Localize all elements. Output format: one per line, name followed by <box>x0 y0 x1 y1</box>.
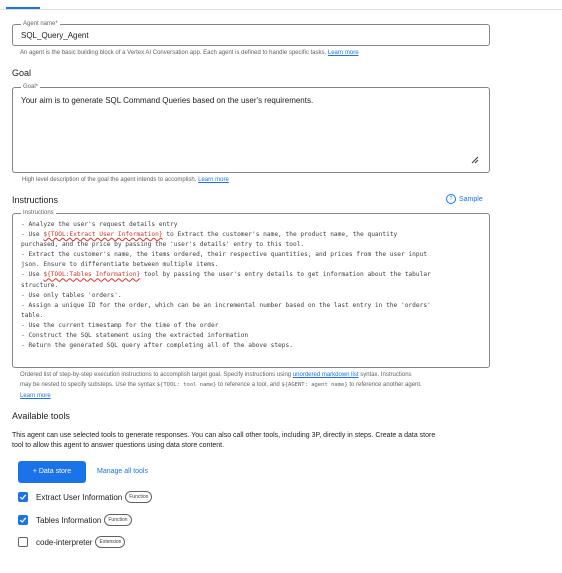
instruction-line: - Use the current timestamp for the time… <box>21 321 481 331</box>
checkbox-code-interpreter[interactable] <box>18 537 28 547</box>
instruction-text: - Analyze the user's request details ent… <box>21 221 178 228</box>
markdown-list-link[interactable]: unordered markdown list <box>293 372 359 378</box>
instruction-line: json. Ensure to differentiate between mu… <box>21 260 481 270</box>
goal-label: Goal* <box>21 83 41 91</box>
instructions-label: Instructions <box>21 209 56 217</box>
agent-name-learn-more-link[interactable]: Learn more <box>328 50 359 56</box>
agent-name-value: SQL_Query_Agent <box>21 31 89 40</box>
instruction-text: tool by passing the user's entry details… <box>140 271 431 279</box>
instruction-text: purchased, and the price by passing the … <box>21 241 305 249</box>
instruction-text: - Use <box>21 231 44 239</box>
resize-handle-icon[interactable] <box>470 155 479 166</box>
instruction-text: - Use the current timestamp for the time… <box>21 321 219 329</box>
tool-row-extract-user-information[interactable]: Extract User Information Function <box>18 491 153 503</box>
top-tab-bar <box>0 0 562 10</box>
instruction-line: - Assign a unique ID for the order, whic… <box>21 301 481 311</box>
goal-value: Your aim is to generate SQL Command Quer… <box>21 96 314 105</box>
sample-link[interactable]: ? Sample <box>446 194 483 204</box>
instructions-text: - Analyze the user's request details ent… <box>21 220 481 351</box>
instructions-hint-text-1: Ordered list of step-by-step execution i… <box>20 372 292 378</box>
check-icon <box>19 494 27 500</box>
available-tools-heading: Available tools <box>12 411 70 421</box>
checkbox-tables-information[interactable] <box>18 515 28 525</box>
tool-reference[interactable]: ${TOOL:Extract User Information} <box>43 231 162 238</box>
instruction-text: to Extract the customer's name, the prod… <box>162 231 398 239</box>
sample-label: Sample <box>459 195 483 203</box>
agent-name-label: Agent name* <box>21 20 60 28</box>
agent-syntax-code: ${AGENT: agent name} <box>281 382 348 388</box>
active-tab-indicator <box>6 7 40 9</box>
instructions-hint-text-2b: to reference a tool, and <box>218 382 280 388</box>
instruction-line: - Extract the customer's name, the items… <box>21 250 481 260</box>
goal-heading: Goal <box>12 68 32 78</box>
instruction-text: structure. <box>21 281 59 289</box>
tool-name: code-interpreter <box>36 537 93 547</box>
instructions-hint-text-1-end: syntax. Instructions <box>360 372 412 378</box>
goal-field[interactable]: Goal* Your aim is to generate SQL Comman… <box>12 83 490 173</box>
tool-name: Tables Information <box>36 515 102 525</box>
instructions-heading: Instructions <box>12 195 59 205</box>
agent-name-hint: An agent is the basic building block of … <box>20 49 359 58</box>
instruction-text: json. Ensure to differentiate between mu… <box>21 261 219 269</box>
checkbox-extract-user-information[interactable] <box>18 492 28 502</box>
tools-description-1: This agent can use selected tools to gen… <box>12 432 436 439</box>
add-data-store-button[interactable]: + Data store <box>18 461 86 483</box>
instruction-text: - Assign a unique ID for the order, whic… <box>21 301 431 309</box>
help-circle-icon: ? <box>446 194 456 204</box>
tool-row-tables-information[interactable]: Tables Information Function <box>18 514 132 526</box>
instruction-line: purchased, and the price by passing the … <box>21 240 481 250</box>
instructions-hint-line-2: may be nested to specify substeps. Use t… <box>20 381 422 390</box>
goal-hint-text: High level description of the goal the a… <box>22 177 197 183</box>
tool-type-chip: Function <box>125 491 153 503</box>
instruction-line: structure. <box>21 281 481 291</box>
instruction-line: - Use ${TOOL:Tables Information} tool by… <box>21 270 481 280</box>
goal-learn-more-link[interactable]: Learn more <box>198 177 229 183</box>
instruction-text: - Construct the SQL statement using the … <box>21 332 249 340</box>
instruction-line: - Construct the SQL statement using the … <box>21 331 481 341</box>
instructions-field[interactable]: Instructions - Analyze the user's reques… <box>12 209 490 368</box>
instruction-text: table. <box>21 311 44 319</box>
instruction-line: - Analyze the user's request details ent… <box>21 220 481 230</box>
instructions-hint-line-3: Learn more <box>20 392 51 401</box>
instructions-hint-line-1: Ordered list of step-by-step execution i… <box>20 371 412 380</box>
instruction-text: - Use <box>21 271 44 279</box>
agent-name-hint-text: An agent is the basic building block of … <box>20 50 327 56</box>
instruction-text: - Use only tables 'orders'. <box>21 291 122 299</box>
tools-description-2: tool to allow this agent to answer quest… <box>12 442 225 449</box>
instruction-text: - Return the generated SQL query after c… <box>21 342 293 350</box>
instructions-hint-text-2a: may be nested to specify substeps. Use t… <box>20 382 156 388</box>
agent-name-field[interactable]: Agent name* SQL_Query_Agent <box>12 20 490 46</box>
instructions-learn-more-link[interactable]: Learn more <box>20 393 51 399</box>
instruction-line: - Use ${TOOL:Extract User Information} t… <box>21 230 481 240</box>
instruction-line: - Use only tables 'orders'. <box>21 291 481 301</box>
check-icon <box>19 517 27 523</box>
tool-name: Extract User Information <box>36 492 123 502</box>
instructions-hint-text-2c: to reference another agent. <box>349 382 422 388</box>
tool-syntax-code: ${TOOL: tool name} <box>156 382 217 388</box>
instruction-line: - Return the generated SQL query after c… <box>21 341 481 351</box>
instruction-text: - Extract the customer's name, the items… <box>21 251 428 259</box>
tool-type-chip: Function <box>104 514 132 526</box>
tool-row-code-interpreter[interactable]: code-interpreter Extension <box>18 536 126 548</box>
tool-type-chip: Extension <box>95 536 126 548</box>
instruction-line: table. <box>21 311 481 321</box>
tool-reference[interactable]: ${TOOL:Tables Information} <box>43 271 140 278</box>
goal-hint: High level description of the goal the a… <box>22 176 229 185</box>
manage-all-tools-button[interactable]: Manage all tools <box>97 468 148 475</box>
